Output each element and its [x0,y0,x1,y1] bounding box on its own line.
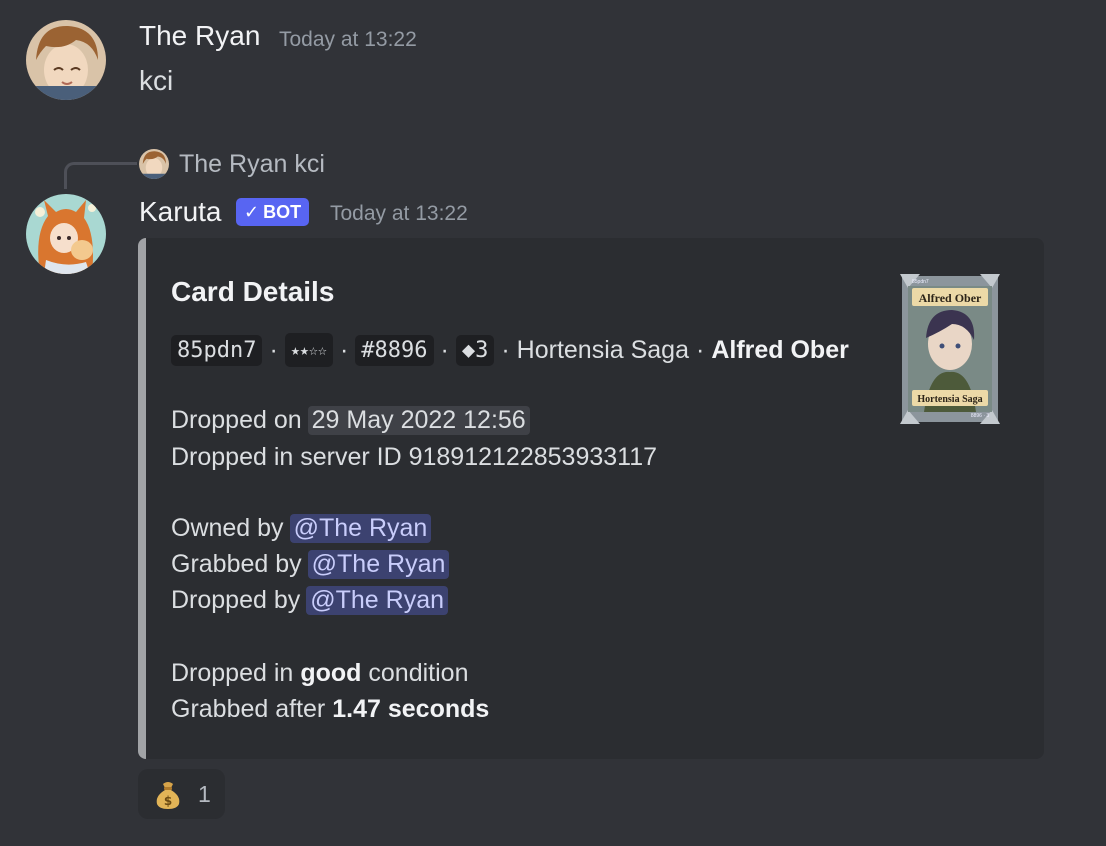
card-summary-line: 85pdn7 · ★★☆☆ · #8896 · ◆3 · Hortensia S… [171,333,849,367]
card-code: 85pdn7 [171,334,263,366]
dropped-on-line: Dropped on 29 May 2022 12:56 [171,406,530,435]
card-stars: ★★☆☆ [284,333,333,367]
card-edition: ◆3 [455,334,495,366]
grab-time-prefix: Grabbed after [171,695,326,723]
card-thumbnail-image: Alfred Ober Hortensia Saga 85pdn7 8896 ·… [900,274,1000,424]
embed-title: Card Details [171,276,335,307]
card-thumbnail[interactable]: Alfred Ober Hortensia Saga 85pdn7 8896 ·… [900,274,1000,424]
money-bag-icon: $ [156,782,180,809]
svg-text:$: $ [164,794,172,808]
card-corner-print: 8896 · 3 [971,413,990,419]
grabber-mention[interactable]: @The Ryan [307,550,450,579]
dropped-on-label: Dropped on [171,406,302,434]
verified-check-icon: ✓ [244,202,260,222]
message-author-name[interactable]: The Ryan [139,20,260,52]
owner-mention[interactable]: @The Ryan [289,514,432,543]
message-timestamp: Today at 13:22 [279,28,417,51]
reaction-money-bag[interactable]: $ 1 [138,769,225,819]
reply-author: The Ryan [179,150,288,178]
card-character: Alfred Ober [711,335,849,364]
dropped-on-timestamp[interactable]: 29 May 2022 12:56 [307,406,530,435]
reaction-count: 1 [198,780,211,807]
bot-badge-label: BOT [263,202,302,222]
server-id-line: Dropped in server ID 918912122853933117 [171,443,658,471]
message-content: kci [139,65,174,96]
reply-spine [64,162,137,189]
avatar-karuta[interactable] [26,194,106,274]
avatar-the-ryan-image [26,20,106,100]
reply-preview[interactable]: The Ryan kci [179,150,325,179]
reply-avatar-image [139,149,169,179]
dropped-by-line: Dropped by @The Ryan [171,586,449,615]
grabbed-by-label: Grabbed by [171,550,302,578]
condition-suffix: condition [368,659,469,687]
owned-by-label: Owned by [171,514,284,542]
dropper-mention[interactable]: @The Ryan [306,586,449,615]
bot-message-timestamp: Today at 13:22 [330,202,468,225]
condition-value: good [300,659,362,687]
card-print-number: #8896 [355,334,434,366]
card-corner-code: 85pdn7 [912,279,929,285]
grab-time-line: Grabbed after 1.47 seconds [171,695,489,724]
condition-prefix: Dropped in [171,659,294,687]
bot-author-name[interactable]: Karuta [139,196,222,228]
avatar-karuta-image [26,194,106,274]
grab-time-value: 1.47 seconds [332,695,490,723]
bot-badge: ✓ BOT [236,198,310,226]
grabbed-by-line: Grabbed by @The Ryan [171,550,450,579]
dropped-by-label: Dropped by [171,586,301,614]
reply-content: kci [294,150,325,178]
avatar-the-ryan[interactable] [26,20,106,100]
condition-line: Dropped in good condition [171,659,468,688]
card-name-banner: Alfred Ober [919,291,982,305]
card-series-banner: Hortensia Saga [917,394,982,405]
reply-avatar[interactable] [139,149,169,179]
owned-by-line: Owned by @The Ryan [171,514,432,543]
card-series: Hortensia Saga [516,335,689,364]
